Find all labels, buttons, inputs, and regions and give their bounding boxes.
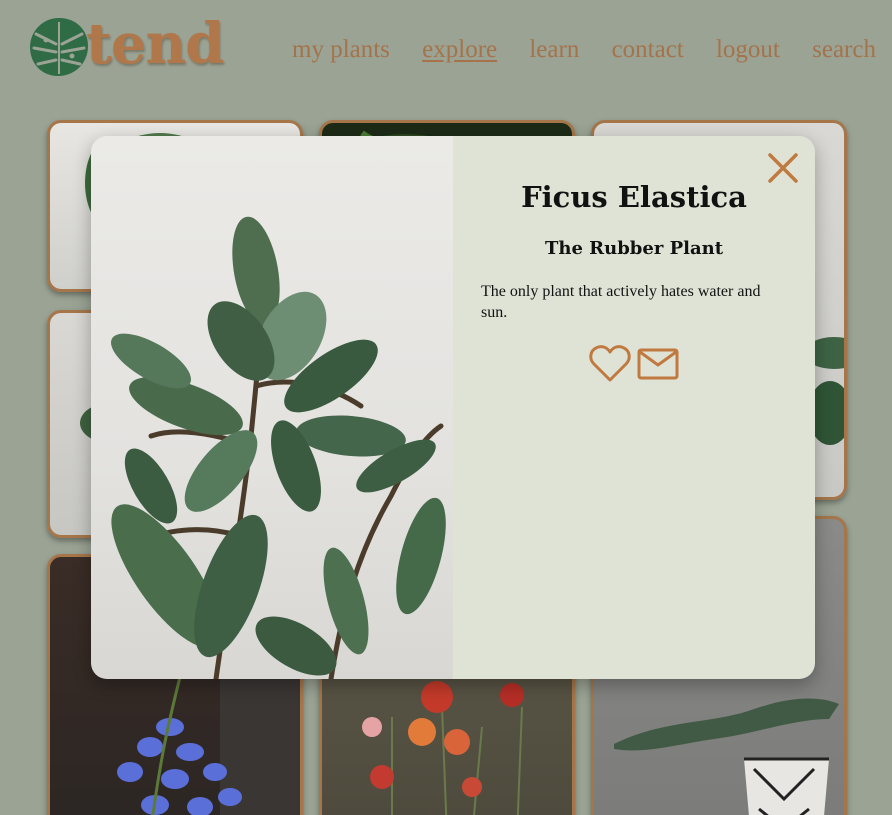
nav-explore[interactable]: explore	[422, 36, 497, 64]
monstera-leaf-icon	[30, 18, 88, 76]
nav-search[interactable]: search	[812, 36, 876, 64]
logo[interactable]: tend	[26, 11, 224, 80]
plant-detail-panel: Ficus Elastica The Rubber Plant The only…	[453, 136, 815, 679]
plant-detail-modal: Ficus Elastica The Rubber Plant The only…	[91, 136, 815, 679]
plant-name: Ficus Elastica	[521, 180, 747, 214]
nav-logout[interactable]: logout	[716, 36, 780, 64]
plant-description: The only plant that actively hates water…	[481, 283, 761, 321]
favorite-button[interactable]	[589, 343, 631, 385]
close-button[interactable]	[767, 152, 799, 184]
mail-icon	[637, 348, 679, 380]
nav-contact[interactable]: contact	[612, 36, 684, 64]
nav-my-plants[interactable]: my plants	[292, 36, 390, 64]
explore-page: tend my plants explore learn contact log…	[0, 0, 892, 815]
plant-common-name: The Rubber Plant	[544, 238, 724, 259]
share-by-email-button[interactable]	[637, 343, 679, 385]
main-nav: my plants explore learn contact logout s…	[292, 36, 876, 64]
nav-learn[interactable]: learn	[529, 36, 579, 64]
plant-detail-photo	[91, 136, 453, 679]
close-icon	[768, 153, 798, 183]
heart-icon	[589, 345, 631, 382]
plant-actions	[481, 343, 787, 385]
logo-text: tend	[86, 11, 224, 77]
